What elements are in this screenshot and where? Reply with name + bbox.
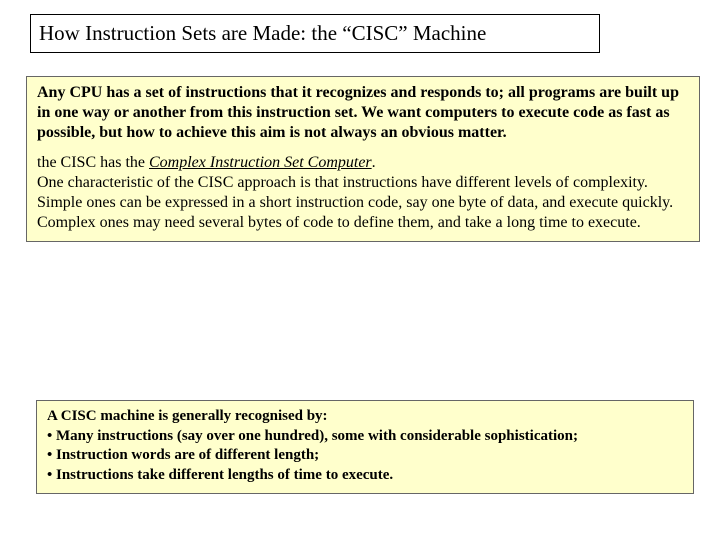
cisc-prefix: the CISC has the xyxy=(37,154,149,171)
slide-title: How Instruction Sets are Made: the “CISC… xyxy=(39,21,486,45)
recog-bullet-1: • Many instructions (say over one hundre… xyxy=(47,427,683,447)
cisc-period: . xyxy=(372,154,376,171)
recognition-panel: A CISC machine is generally recognised b… xyxy=(36,400,694,494)
cisc-paragraph: the CISC has the Complex Instruction Set… xyxy=(37,153,689,233)
recog-bullet-2: • Instruction words are of different len… xyxy=(47,446,683,466)
intro-paragraph: Any CPU has a set of instructions that i… xyxy=(37,83,689,143)
body-panel: Any CPU has a set of instructions that i… xyxy=(26,76,700,242)
recog-lead: A CISC machine is generally recognised b… xyxy=(47,407,683,427)
slide-title-box: How Instruction Sets are Made: the “CISC… xyxy=(30,14,600,53)
recog-bullet-3: • Instructions take different lengths of… xyxy=(47,466,683,486)
cisc-expansion: Complex Instruction Set Computer xyxy=(149,154,372,171)
cisc-rest: One characteristic of the CISC approach … xyxy=(37,174,673,231)
